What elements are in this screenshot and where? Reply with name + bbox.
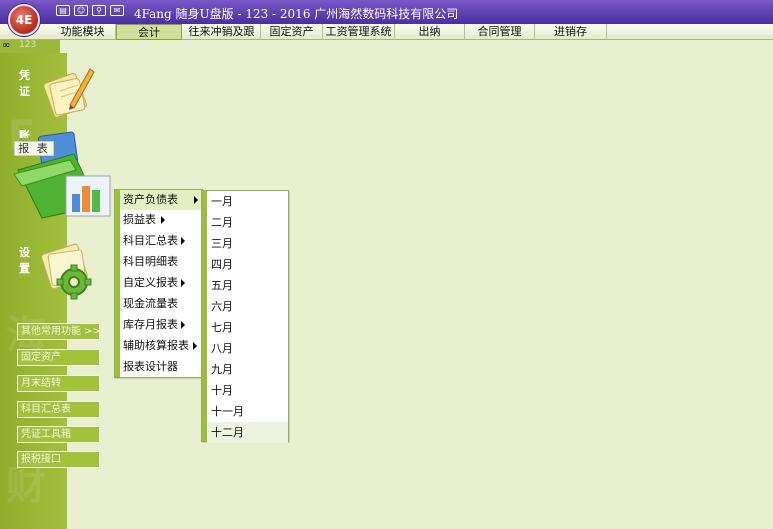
month-item-hovered[interactable]: 十二月 (207, 422, 288, 443)
month-menu: 一月 二月 三月 四月 五月 六月 七月 八月 九月 十月 十一月 十二月 (201, 190, 289, 443)
submenu-arrow-icon (181, 279, 185, 287)
month-item[interactable]: 十月 (211, 380, 233, 401)
fixed-assets-button[interactable]: 固定资产 (17, 349, 100, 366)
report-menu: 资产负债表 损益表 科目汇总表 科目明细表 自定义报表 现金流量表 库存月报表 … (114, 189, 203, 378)
menu-item-inventory-monthly[interactable]: 库存月报表 (123, 315, 201, 335)
month-item[interactable]: 七月 (211, 317, 233, 338)
binoculars-icon: ∞ (2, 40, 11, 51)
month-item[interactable]: 六月 (211, 296, 233, 317)
report-label[interactable]: 报 表 (14, 141, 54, 156)
menu-item-custom-report[interactable]: 自定义报表 (123, 273, 201, 293)
title-bar: ▤ ☺ ⚲ ✉ 4Fang 随身U盘版 - 123 - 2016 广州海然数码科… (0, 0, 773, 24)
version-label: 123 (19, 40, 37, 50)
submenu-arrow-icon (181, 237, 185, 245)
window-title: 4Fang 随身U盘版 - 123 - 2016 广州海然数码科技有限公司 (134, 7, 459, 21)
month-item[interactable]: 二月 (211, 212, 233, 233)
month-item[interactable]: 十一月 (211, 401, 244, 422)
submenu-arrow-icon (161, 216, 165, 224)
app-logo[interactable]: 4E (8, 4, 40, 36)
month-item[interactable]: 九月 (211, 359, 233, 380)
menu-stripe (115, 190, 120, 377)
menu-item-cash-flow[interactable]: 现金流量表 (123, 294, 201, 314)
tax-interface-button[interactable]: 报税接口 (17, 451, 100, 468)
settings-gear-icon[interactable] (36, 240, 98, 302)
menu-item-label: 科目明细表 (123, 255, 178, 268)
voucher-toolbox-button[interactable]: 凭证工具箱 (17, 426, 100, 443)
version-row: ∞ 123 (0, 40, 60, 53)
menu-item-label: 资产负债表 (123, 193, 178, 206)
tab-inventory[interactable]: 进销存 (535, 24, 607, 40)
tab-contracts[interactable]: 合同管理 (465, 24, 535, 40)
month-item[interactable]: 一月 (211, 191, 233, 212)
submenu-arrow-icon (193, 342, 197, 350)
submenu-arrow-icon (181, 321, 185, 329)
menu-item-label: 损益表 (123, 213, 156, 226)
tab-accounting[interactable]: 会计 (116, 24, 182, 40)
menu-bar: 功能模块 会计 往来冲销及跟 固定资产 工资管理系统 出纳 合同管理 进销存 (0, 24, 773, 40)
tab-fixed-assets[interactable]: 固定资产 (261, 24, 323, 40)
tab-receivables-tracking[interactable]: 往来冲销及跟 (183, 24, 261, 40)
month-item[interactable]: 五月 (211, 275, 233, 296)
month-item[interactable]: 三月 (211, 233, 233, 254)
menu-item-account-detail[interactable]: 科目明细表 (123, 252, 201, 272)
voucher-label[interactable]: 凭证 (19, 68, 33, 100)
tab-function-modules[interactable]: 功能模块 (50, 24, 116, 40)
window-icon[interactable]: ▤ (56, 5, 70, 16)
menu-item-income-statement[interactable]: 损益表 (123, 210, 201, 230)
menu-item-label: 库存月报表 (123, 318, 178, 331)
menu-item-label: 现金流量表 (123, 297, 178, 310)
menu-item-report-designer[interactable]: 报表设计器 (123, 357, 201, 377)
menu-stripe (202, 191, 207, 441)
other-common-functions-button[interactable]: 其他常用功能 >> (17, 323, 101, 340)
voucher-notepad-icon[interactable] (36, 63, 96, 123)
month-item[interactable]: 四月 (211, 254, 233, 275)
account-summary-button[interactable]: 科目汇总表 (17, 401, 100, 418)
title-icon-group: ▤ ☺ ⚲ ✉ (56, 5, 124, 16)
users-icon[interactable]: ☺ (74, 5, 88, 16)
menu-item-account-summary[interactable]: 科目汇总表 (123, 231, 201, 251)
menu-item-label: 辅助核算报表 (123, 339, 189, 352)
menu-item-label: 自定义报表 (123, 276, 178, 289)
month-end-carryover-button[interactable]: 月末结转 (17, 375, 100, 392)
menu-item-label: 科目汇总表 (123, 234, 178, 247)
month-item[interactable]: 八月 (211, 338, 233, 359)
user-icon[interactable]: ⚲ (92, 5, 106, 16)
menu-item-label: 报表设计器 (123, 360, 178, 373)
tab-payroll[interactable]: 工资管理系统 (323, 24, 395, 40)
menu-item-auxiliary-report[interactable]: 辅助核算报表 (123, 336, 201, 356)
tab-cashier[interactable]: 出纳 (395, 24, 465, 40)
settings-label[interactable]: 设置 (19, 245, 33, 277)
submenu-arrow-icon (194, 196, 198, 204)
mail-icon[interactable]: ✉ (110, 5, 124, 16)
menu-item-balance-sheet[interactable]: 资产负债表 (120, 190, 202, 210)
